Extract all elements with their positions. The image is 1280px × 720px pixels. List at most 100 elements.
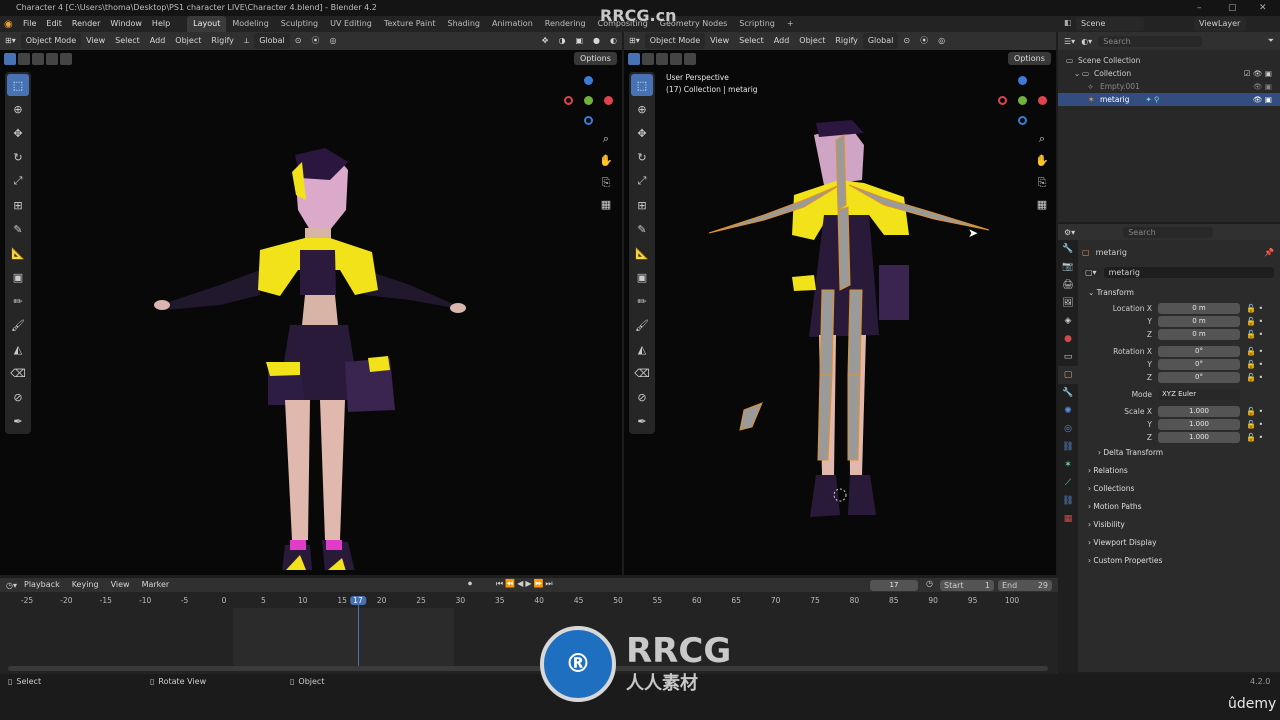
output-tab-icon[interactable]: 🖨	[1058, 276, 1078, 294]
tab-sculpting[interactable]: Sculpting	[275, 16, 324, 32]
tab-scripting[interactable]: Scripting	[733, 16, 781, 32]
stopwatch-icon[interactable]: ◷	[926, 579, 933, 588]
visibility-panel-header[interactable]: › Visibility	[1082, 516, 1274, 534]
cursor-tool-icon[interactable]: ⊕	[7, 98, 29, 120]
lock-icon[interactable]: 🔓 •	[1246, 420, 1263, 429]
location-x-field[interactable]: 0 m	[1158, 303, 1240, 314]
outliner-item-empty[interactable]: ⟡ Empty.001 👁 ▣	[1066, 80, 1280, 93]
expand-chevron-icon[interactable]: ⌄	[1074, 67, 1082, 80]
erase-tool-icon[interactable]: ⌫	[631, 362, 653, 384]
timeline-menu-keying[interactable]: Keying	[67, 577, 104, 593]
right-orientation-selector[interactable]: Global	[862, 33, 899, 49]
left-menu-rigify[interactable]: Rigify	[206, 33, 239, 49]
gizmo-toggle-icon[interactable]: ✥	[537, 33, 554, 49]
transform-panel-header[interactable]: ⌄ Transform	[1082, 284, 1274, 302]
left-menu-add[interactable]: Add	[145, 33, 171, 49]
collections-panel-header[interactable]: › Collections	[1082, 480, 1274, 498]
move-tool-icon[interactable]: ✥	[7, 122, 29, 144]
blender-logo-icon[interactable]: ◉	[4, 19, 18, 30]
annotate-tool-icon[interactable]: ✎	[631, 218, 653, 240]
lock-icon[interactable]: 🔓 •	[1246, 433, 1263, 442]
zoom-icon[interactable]: ⌕	[1033, 130, 1051, 148]
rotate-tool-icon[interactable]: ↻	[7, 146, 29, 168]
axis-x-icon[interactable]	[604, 96, 613, 105]
view-layer-tab-icon[interactable]: 🖼	[1058, 294, 1078, 312]
grid-ortho-icon[interactable]: ▦	[597, 196, 615, 214]
left-options-button[interactable]: Options	[574, 52, 617, 65]
bone-tab-icon[interactable]: ⟋	[1058, 474, 1078, 492]
location-z-field[interactable]: 0 m	[1158, 329, 1240, 340]
select-intersect-icon[interactable]	[684, 53, 696, 65]
sample-tool-icon[interactable]: ⊘	[7, 386, 29, 408]
left-menu-select[interactable]: Select	[110, 33, 145, 49]
tab-texture-paint[interactable]: Texture Paint	[378, 16, 442, 32]
rotation-y-field[interactable]: 0°	[1158, 359, 1240, 370]
menu-edit[interactable]: Edit	[41, 16, 67, 32]
object-name-field[interactable]: metarig	[1103, 266, 1274, 278]
axis-y-icon[interactable]	[1018, 96, 1027, 105]
scene-collection-row[interactable]: ▭ Scene Collection	[1066, 54, 1280, 67]
snap-icon[interactable]: ⦿	[915, 33, 933, 49]
right-menu-view[interactable]: View	[705, 33, 734, 49]
start-frame-field[interactable]: Start 1	[940, 580, 994, 591]
filter-icon[interactable]: ⏷	[1268, 36, 1274, 46]
rotate-tool-icon[interactable]: ↻	[631, 146, 653, 168]
scale-tool-icon[interactable]: ⤢	[631, 170, 653, 192]
visibility-eye-icon[interactable]: 👁 ▣	[1253, 93, 1272, 106]
timeline-editor-icon[interactable]: ◷▾	[6, 581, 17, 590]
playhead[interactable]	[358, 596, 359, 670]
select-box-tool-icon[interactable]: ⬚	[631, 74, 653, 96]
constraints-tab-icon[interactable]: ⛓	[1058, 438, 1078, 456]
tab-rendering[interactable]: Rendering	[539, 16, 592, 32]
rotation-x-field[interactable]: 0°	[1158, 346, 1240, 357]
timeline-menu-playback[interactable]: Playback	[19, 577, 65, 593]
select-new-icon[interactable]	[4, 53, 16, 65]
editor-type-icon[interactable]: ⊞▾	[0, 33, 21, 49]
axis-z-icon[interactable]	[1018, 76, 1027, 85]
select-box-tool-icon[interactable]: ⬚	[7, 74, 29, 96]
minimize-button[interactable]: –	[1197, 0, 1202, 16]
move-tool-icon[interactable]: ✥	[631, 122, 653, 144]
left-menu-view[interactable]: View	[81, 33, 110, 49]
end-frame-field[interactable]: End 29	[998, 580, 1052, 591]
fill-tool-icon[interactable]: ◭	[7, 338, 29, 360]
relations-panel-header[interactable]: › Relations	[1082, 462, 1274, 480]
scale-tool-icon[interactable]: ⤢	[7, 170, 29, 192]
right-viewport[interactable]: Options User Perspective (17) Collection…	[624, 50, 1056, 575]
select-subtract-icon[interactable]	[32, 53, 44, 65]
lock-icon[interactable]: 🔓 •	[1246, 360, 1263, 369]
custom-properties-panel-header[interactable]: › Custom Properties	[1082, 552, 1274, 570]
scene-selector[interactable]: Scene	[1076, 17, 1144, 31]
camera-icon[interactable]: ⎘	[1033, 174, 1051, 192]
right-options-button[interactable]: Options	[1008, 52, 1051, 65]
lock-icon[interactable]: 🔓 •	[1246, 407, 1263, 416]
axis-neg-z-icon[interactable]	[584, 116, 593, 125]
select-new-icon[interactable]	[628, 53, 640, 65]
character-model[interactable]	[150, 100, 470, 570]
add-workspace-button[interactable]: +	[781, 16, 800, 32]
outliner-item-metarig[interactable]: ✶ metarig ✦ ⚲ 👁 ▣	[1058, 93, 1280, 106]
overlay-toggle-icon[interactable]: ◑	[553, 33, 570, 49]
close-button[interactable]: ✕	[1259, 0, 1267, 16]
proportional-edit-icon[interactable]: ◎	[933, 33, 950, 49]
editor-type-icon[interactable]: ⊞▾	[624, 33, 645, 49]
right-menu-select[interactable]: Select	[734, 33, 769, 49]
select-intersect-icon[interactable]	[60, 53, 72, 65]
properties-editor-icon[interactable]: ⚙▾	[1064, 228, 1075, 237]
outliner-search-input[interactable]: Search	[1098, 35, 1203, 47]
annotate-tool-icon[interactable]: ✎	[7, 218, 29, 240]
tab-modeling[interactable]: Modeling	[226, 16, 274, 32]
armature-data-tab-icon[interactable]: ✶	[1058, 456, 1078, 474]
delta-transform-subpanel[interactable]: › Delta Transform	[1082, 444, 1274, 462]
left-navigation-gizmo[interactable]	[560, 72, 620, 132]
tab-layout[interactable]: Layout	[187, 16, 227, 32]
pin-icon[interactable]: 📌	[1264, 248, 1274, 257]
collection-row[interactable]: ⌄ ▭ Collection ☑ 👁 ▣	[1066, 67, 1280, 80]
world-tab-icon[interactable]: ●	[1058, 330, 1078, 348]
location-y-field[interactable]: 0 m	[1158, 316, 1240, 327]
transform-tool-icon[interactable]: ⊞	[631, 194, 653, 216]
left-menu-object[interactable]: Object	[170, 33, 206, 49]
select-extend-icon[interactable]	[642, 53, 654, 65]
scene-tab-icon[interactable]: ◈	[1058, 312, 1078, 330]
playback-controls-icon[interactable]: ⏮⏪◀▶⏩⏭	[496, 579, 555, 589]
